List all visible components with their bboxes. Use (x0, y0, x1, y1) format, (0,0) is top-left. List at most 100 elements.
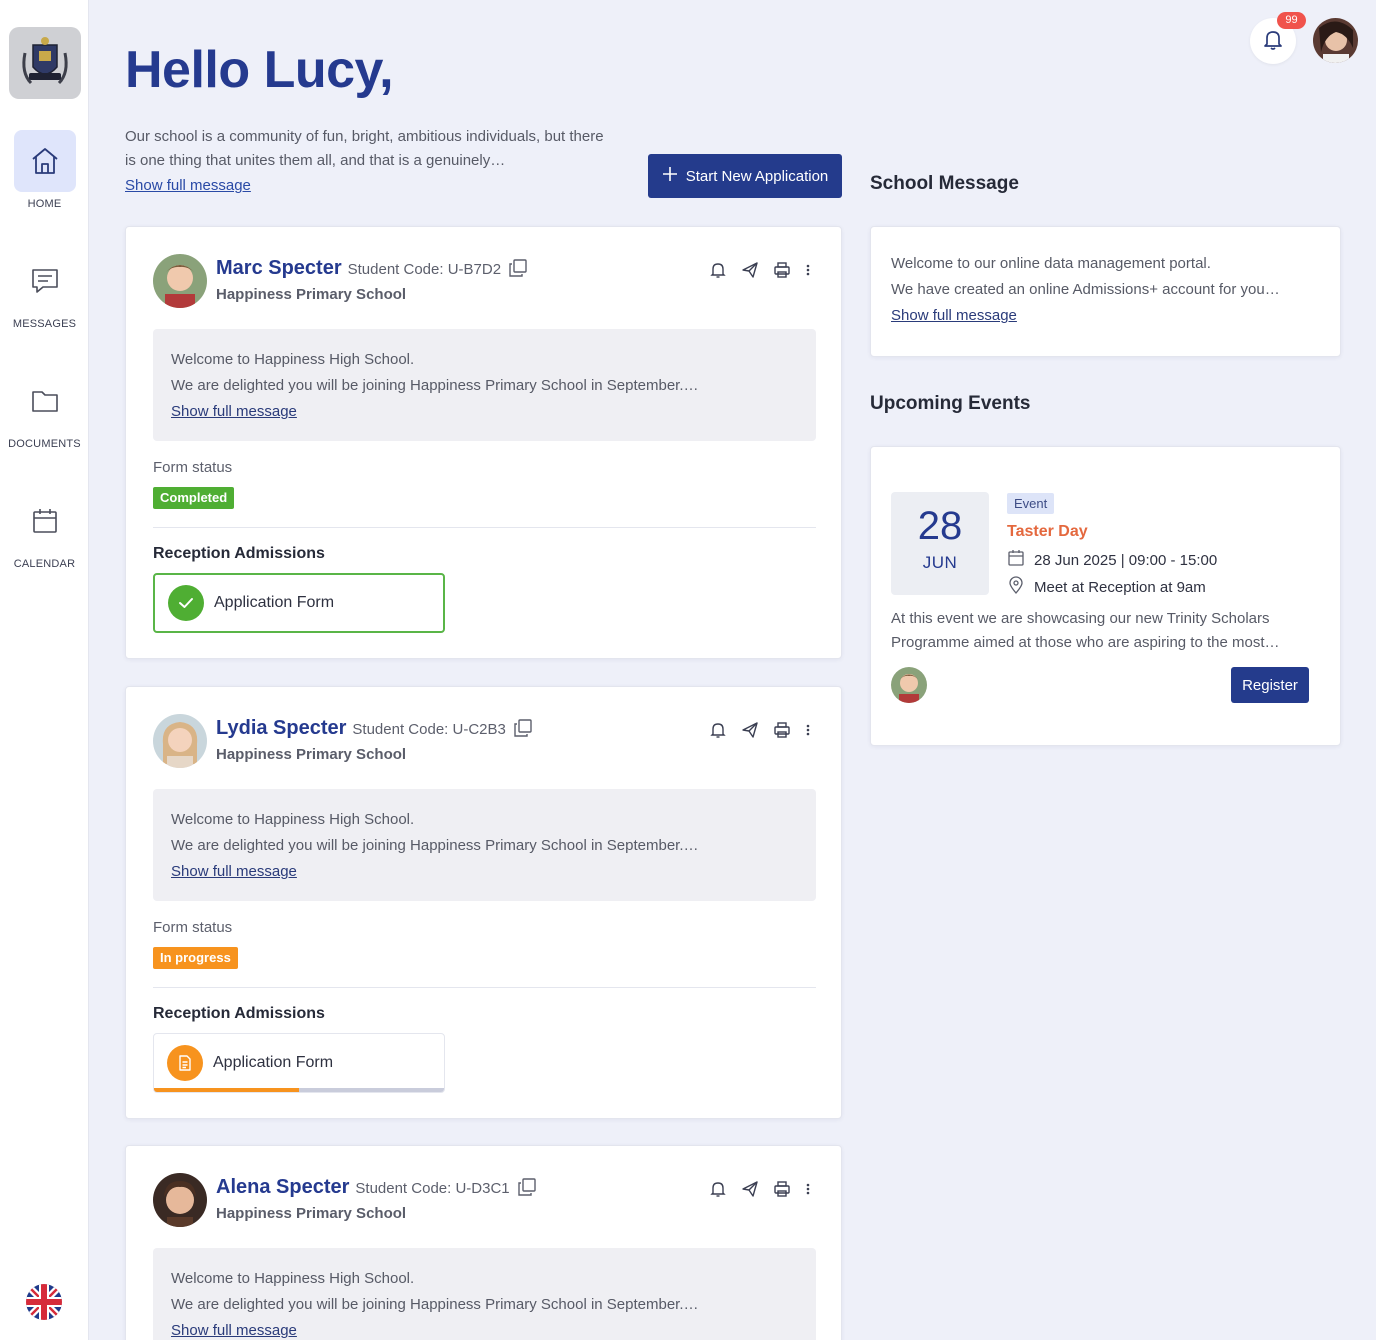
form-progress-bar (154, 1088, 444, 1092)
uk-flag-icon[interactable] (26, 1284, 62, 1320)
message-line: Welcome to our online data management po… (891, 255, 1211, 272)
application-form-label: Application Form (214, 594, 335, 611)
admissions-title: Reception Admissions (153, 545, 325, 562)
school-message-title: School Message (870, 173, 1019, 194)
show-full-message-link[interactable]: Show full message (125, 174, 251, 198)
form-status-label: Form status (153, 919, 233, 936)
show-full-message-link[interactable]: Show full message (171, 403, 297, 420)
bell-icon[interactable] (709, 261, 727, 279)
bell-icon[interactable] (709, 1180, 727, 1198)
intro-message: Our school is a community of fun, bright… (125, 125, 605, 198)
sidebar-item-calendar[interactable]: CALENDAR (0, 490, 89, 570)
more-options-icon[interactable] (805, 1181, 811, 1197)
event-date-box: 28 JUN (891, 492, 989, 595)
divider (153, 527, 816, 528)
print-icon[interactable] (773, 1180, 791, 1198)
register-button[interactable]: Register (1231, 667, 1309, 703)
event-description: At this event we are showcasing our new … (891, 610, 1280, 651)
event-datetime: 28 Jun 2025 | 09:00 - 15:00 (1034, 551, 1218, 569)
student-name-row: Lydia Specter Student Code: U-C2B3 (216, 717, 532, 743)
location-pin-icon (1007, 576, 1025, 598)
event-title[interactable]: Taster Day (1007, 523, 1088, 541)
user-avatar[interactable] (1313, 18, 1358, 63)
show-full-message-link[interactable]: Show full message (171, 1322, 297, 1339)
card-actions (709, 1180, 811, 1198)
more-options-icon[interactable] (805, 262, 811, 278)
send-icon[interactable] (741, 261, 759, 279)
check-icon (168, 585, 204, 621)
bell-icon (1261, 27, 1285, 56)
application-form-button[interactable]: Application Form (153, 1033, 445, 1093)
event-month: JUN (922, 553, 958, 572)
show-full-message-link[interactable]: Show full message (891, 307, 1017, 324)
more-options-icon[interactable] (805, 722, 811, 738)
send-icon[interactable] (741, 1180, 759, 1198)
calendar-icon (1007, 549, 1025, 571)
form-progress-fill (154, 1088, 299, 1092)
print-icon[interactable] (773, 721, 791, 739)
message-line: We are delighted you will be joining Hap… (171, 837, 699, 854)
status-badge: Completed (153, 487, 235, 509)
student-avatar (153, 714, 207, 768)
attendee-avatar (891, 667, 927, 703)
show-full-message-link[interactable]: Show full message (171, 863, 297, 880)
calendar-icon (14, 490, 76, 552)
start-new-application-button[interactable]: Start New Application (648, 154, 842, 198)
student-card: Lydia Specter Student Code: U-C2B3 Happin… (125, 686, 842, 1119)
intro-text: Our school is a community of fun, bright… (125, 128, 604, 169)
student-code: Student Code: U-B7D2 (347, 261, 502, 278)
student-name[interactable]: Marc Specter (216, 257, 342, 279)
divider (153, 987, 816, 988)
event-datetime-row: 28 Jun 2025 | 09:00 - 15:00 (1007, 549, 1217, 571)
event-location: Meet at Reception at 9am (1034, 578, 1206, 596)
page-title: Hello Lucy, (125, 41, 394, 99)
student-avatar (153, 1173, 207, 1227)
sidebar-item-home[interactable]: HOME (0, 130, 89, 210)
student-school: Happiness Primary School (216, 286, 407, 303)
copy-icon[interactable] (514, 719, 532, 743)
admissions-title: Reception Admissions (153, 1005, 325, 1022)
start-button-label: Start New Application (685, 167, 829, 185)
message-line: We are delighted you will be joining Hap… (171, 377, 699, 394)
folder-icon (14, 370, 76, 432)
student-avatar (153, 254, 207, 308)
sidebar-item-label: HOME (27, 198, 62, 210)
student-card: Alena Specter Student Code: U-D3C1 Happin… (125, 1145, 842, 1340)
sidebar: HOME MESSAGES DOCUMENTS CALENDAR (0, 0, 89, 1340)
student-name[interactable]: Alena Specter (216, 1176, 349, 1198)
message-line: We have created an online Admissions+ ac… (891, 281, 1280, 298)
student-name-row: Alena Specter Student Code: U-D3C1 (216, 1176, 536, 1202)
sidebar-item-label: MESSAGES (12, 318, 77, 330)
student-message: Welcome to Happiness High School. We are… (153, 1248, 816, 1340)
student-name[interactable]: Lydia Specter (216, 717, 346, 739)
message-icon (14, 250, 76, 312)
copy-icon[interactable] (509, 259, 527, 283)
application-form-button[interactable]: Application Form (153, 573, 445, 633)
print-icon[interactable] (773, 261, 791, 279)
student-message: Welcome to Happiness High School. We are… (153, 789, 816, 901)
event-location-row: Meet at Reception at 9am (1007, 576, 1206, 598)
document-icon (167, 1045, 203, 1081)
copy-icon[interactable] (517, 1178, 536, 1202)
form-status-label: Form status (153, 459, 233, 476)
school-logo[interactable] (9, 27, 81, 99)
message-line: Welcome to Happiness High School. (171, 351, 415, 368)
student-name-row: Marc Specter Student Code: U-B7D2 (216, 257, 527, 283)
home-icon (13, 130, 76, 192)
sidebar-item-label: DOCUMENTS (8, 438, 81, 450)
bell-icon[interactable] (709, 721, 727, 739)
message-line: Welcome to Happiness High School. (171, 1270, 415, 1287)
application-form-label: Application Form (213, 1054, 334, 1071)
sidebar-item-messages[interactable]: MESSAGES (0, 250, 89, 330)
notification-count-badge: 99 (1277, 12, 1306, 29)
school-message-card: Welcome to our online data management po… (870, 226, 1341, 357)
sidebar-item-label: CALENDAR (13, 558, 76, 570)
message-line: We are delighted you will be joining Hap… (171, 1296, 699, 1313)
student-code: Student Code: U-D3C1 (355, 1180, 510, 1197)
student-message: Welcome to Happiness High School. We are… (153, 329, 816, 441)
school-message-body: Welcome to our online data management po… (871, 227, 1340, 353)
sidebar-item-documents[interactable]: DOCUMENTS (0, 370, 89, 450)
card-actions (709, 721, 811, 739)
send-icon[interactable] (741, 721, 759, 739)
event-tag: Event (1007, 493, 1055, 514)
